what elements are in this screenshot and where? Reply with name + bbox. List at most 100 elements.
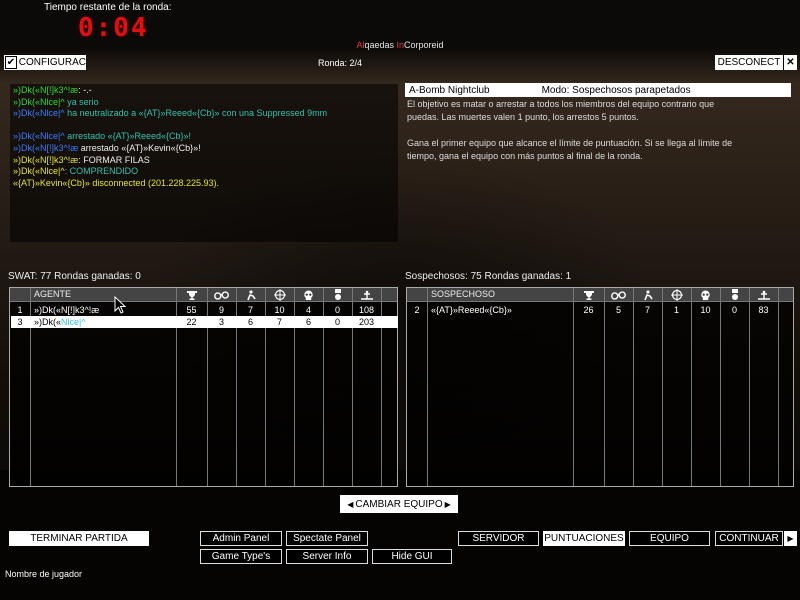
- player-name: »)Dk(«N[!]k3^!æ: [30, 304, 176, 316]
- column-divider: [633, 288, 634, 486]
- chevron-left-icon: ◀: [347, 499, 354, 509]
- server-button[interactable]: SERVIDOR: [458, 531, 539, 546]
- stat-c5: 10: [700, 305, 711, 315]
- column-divider: [720, 288, 721, 486]
- crosshair-icon[interactable]: [669, 289, 684, 301]
- configuration-button[interactable]: ✔ CONFIGURAC: [4, 55, 86, 70]
- player-name-part: »)Dk(«: [34, 317, 62, 327]
- suspects-scoreboard: SOSPECHOSO 2 «{AT}»Reeed«{Cb}» 26 5 7 1 10 0 83: [406, 287, 794, 487]
- stat-c2: 3: [218, 317, 224, 327]
- team-button[interactable]: EQUIPO: [629, 531, 710, 546]
- stat-c3: 7: [247, 305, 253, 315]
- column-divider: [662, 288, 663, 486]
- map-info-header: A-Bomb Nightclub Modo: Sospechosos parap…: [405, 83, 791, 97]
- stat-c6: 0: [731, 305, 737, 315]
- medal-icon[interactable]: [330, 289, 345, 301]
- chat-player-name: »)Dk(«Nlce|^: [13, 166, 65, 177]
- round-timer: 0:04: [78, 13, 149, 43]
- chevron-right-icon: ▶: [444, 499, 451, 509]
- chat-player-name: »)Dk(«N[!]k3^!æ: [13, 154, 79, 165]
- server-name-part: In: [396, 40, 405, 50]
- chat-message: ya serio: [64, 96, 99, 107]
- skull-icon[interactable]: [301, 289, 316, 301]
- stat-score: 26: [583, 305, 594, 315]
- spectate-panel-button[interactable]: Spectate Panel: [286, 531, 368, 546]
- handcuffs-icon[interactable]: [611, 289, 626, 301]
- stat-c6: 0: [334, 317, 340, 327]
- round-counter: Ronda: 2/4: [317, 58, 363, 68]
- stat-id: 1: [17, 305, 23, 315]
- ping-icon[interactable]: [756, 289, 771, 301]
- stat-c5: 6: [305, 317, 311, 327]
- player-name-part: »)Dk(«N[!]k3^!æ: [34, 305, 100, 315]
- server-name-part: Corporeid: [404, 40, 444, 50]
- ping-icon[interactable]: [359, 289, 374, 301]
- chat-player-name: »)Dk(«Nlce|^: [13, 108, 65, 119]
- column-divider: [749, 288, 750, 486]
- player-row[interactable]: 3 »)Dk(«Nlce|^ 22 3 6 7 6 0 203: [11, 316, 398, 328]
- stat-score: 22: [186, 317, 197, 327]
- column-divider: [427, 288, 428, 486]
- chat-player-name: »)Dk(«Nlce|^: [13, 96, 65, 107]
- close-icon[interactable]: ✕: [783, 55, 797, 70]
- mouse-cursor-icon: [114, 296, 126, 314]
- continue-button[interactable]: CONTINUAR: [715, 531, 783, 546]
- player-name: «{AT}»Reeed«{Cb}»: [427, 304, 573, 316]
- check-icon: ✔: [5, 56, 17, 69]
- crosshair-icon[interactable]: [272, 289, 287, 301]
- arrow-right-icon[interactable]: ▶: [783, 531, 797, 546]
- stat-ping: 83: [758, 305, 769, 315]
- medal-icon[interactable]: [727, 289, 742, 301]
- column-divider: [691, 288, 692, 486]
- end-match-button[interactable]: TERMINAR PARTIDA: [9, 531, 149, 546]
- stat-c3: 6: [247, 317, 253, 327]
- trophy-icon[interactable]: [184, 289, 199, 301]
- column-divider: [604, 288, 605, 486]
- map-name: A-Bomb Nightclub: [409, 84, 490, 96]
- player-name-part: «{AT}»Reeed«{Cb}»: [431, 305, 512, 315]
- server-info-button[interactable]: Server Info: [286, 549, 368, 564]
- stat-ping: 203: [358, 317, 375, 327]
- chat-log: »)Dk(«N[!]k3^!æ: -.- »)Dk(«Nlce|^ ya seri…: [10, 84, 398, 242]
- column-header-name[interactable]: SOSPECHOSO: [431, 289, 495, 299]
- column-header-name[interactable]: AGENTE: [34, 289, 71, 299]
- chat-line: »)Dk(«N[!]k3^!æ arrestado «{AT}»Kevin«{C…: [13, 143, 395, 155]
- player-name-label: Nombre de jugador: [5, 569, 83, 579]
- chat-player-name: »)Dk(«Nlce|^: [13, 131, 65, 142]
- game-types-button[interactable]: Game Type's: [200, 549, 282, 564]
- arrest-icon[interactable]: [243, 289, 258, 301]
- chat-line: »)Dk(«N[!]k3^!æ: FORMAR FILAS: [13, 155, 395, 167]
- stat-c4: 7: [276, 317, 282, 327]
- round-timer-label: Tiempo restante de la ronda:: [44, 2, 172, 13]
- stat-c2: 9: [218, 305, 224, 315]
- trophy-icon[interactable]: [581, 289, 596, 301]
- map-info-panel: A-Bomb Nightclub Modo: Sospechosos parap…: [405, 83, 791, 241]
- stat-score: 55: [186, 305, 197, 315]
- disconnect-button[interactable]: DESCONECT: [715, 55, 783, 70]
- mode-description: El objetivo es matar o arrestar a todos …: [407, 99, 733, 161]
- arrest-icon[interactable]: [640, 289, 655, 301]
- chat-line: »)Dk(«Nlce|^ ha neutralizado a «{AT}»Ree…: [13, 108, 395, 120]
- scores-button[interactable]: PUNTUACIONES: [543, 531, 625, 546]
- chat-message: ha neutralizado a «{AT}»Reeed«{Cb}» con …: [64, 108, 328, 119]
- chat-line: »)Dk(«Nlce|^ ya serio: [13, 97, 395, 109]
- skull-icon[interactable]: [698, 289, 713, 301]
- chat-player-name: «{AT}»Kevin«{Cb}»: [13, 177, 90, 188]
- hide-gui-button[interactable]: Hide GUI: [372, 549, 452, 564]
- column-divider: [573, 288, 574, 486]
- chat-message: : FORMAR FILAS: [78, 154, 150, 165]
- server-name-part: qaedas: [364, 40, 397, 50]
- change-team-label: CAMBIAR EQUIPO: [355, 498, 443, 510]
- chat-line: [13, 120, 395, 132]
- swat-team-label: SWAT: 77 Rondas ganadas: 0: [8, 271, 141, 282]
- admin-panel-button[interactable]: Admin Panel: [200, 531, 282, 546]
- player-row[interactable]: 2 «{AT}»Reeed«{Cb}» 26 5 7 1 10 0 83: [408, 304, 795, 316]
- chat-line: «{AT}»Kevin«{Cb}» disconnected (201.228.…: [13, 178, 395, 190]
- change-team-button[interactable]: ◀ CAMBIAR EQUIPO ▶: [340, 495, 458, 513]
- chat-player-name: »)Dk(«N[!]k3^!æ: [13, 85, 79, 95]
- stat-c5: 4: [305, 305, 311, 315]
- player-row[interactable]: 1 »)Dk(«N[!]k3^!æ 55 9 7 10 4 0 108: [11, 304, 398, 316]
- handcuffs-icon[interactable]: [214, 289, 229, 301]
- server-name: Alqaedas InCorporeid: [0, 40, 800, 50]
- chat-line: »)Dk(«Nlce|^: COMPRENDIDO: [13, 166, 395, 178]
